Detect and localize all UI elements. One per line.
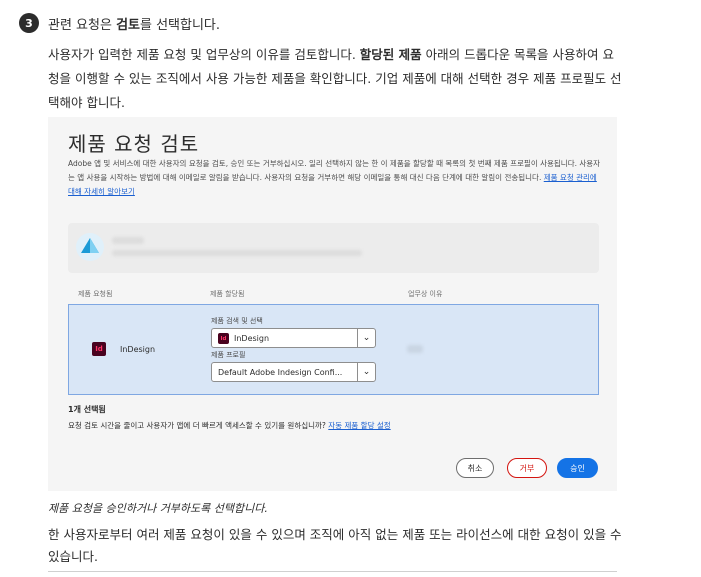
profile-select[interactable]: Default Adobe Indesign Confi... ⌄ — [211, 362, 376, 382]
org-logo-icon — [76, 233, 104, 261]
product-profile-label: 제품 프로필 — [211, 351, 246, 359]
divider — [48, 571, 617, 572]
dialog-title: 제품 요청 검토 — [68, 132, 200, 156]
dialog-description: Adobe 앱 및 서비스에 대한 사용자의 요청을 검토, 승인 또는 거부하… — [68, 157, 604, 199]
column-header-reason: 업무상 이유 — [408, 290, 443, 298]
product-search-label: 제품 검색 및 선택 — [211, 317, 263, 325]
blurred-user-name — [112, 237, 144, 244]
auto-assign-text: 요청 검토 시간을 줄이고 사용자가 앱에 더 빠르게 액세스할 수 있기를 원… — [68, 421, 329, 430]
auto-assign-note: 요청 검토 시간을 줄이고 사용자가 앱에 더 빠르게 액세스할 수 있기를 원… — [68, 420, 391, 431]
outro-paragraph: 한 사용자로부터 여러 제품 요청이 있을 수 있으며 조직에 아직 없는 제품… — [48, 527, 622, 564]
cancel-button[interactable]: 취소 — [456, 458, 494, 478]
indesign-icon: Id — [92, 342, 106, 356]
step-title-prefix: 관련 요청은 — [48, 17, 117, 33]
selected-count: 1개 선택됨 — [68, 405, 106, 414]
auto-assign-link[interactable]: 자동 제품 할당 설정 — [328, 421, 390, 430]
intro-paragraph: 사용자가 입력한 제품 요청 및 업무상의 이유를 검토합니다. 할당된 제품 … — [48, 43, 623, 115]
step-title: 관련 요청은 검토를 선택합니다. — [48, 14, 220, 33]
indesign-icon: Id — [218, 333, 229, 344]
blurred-user-email — [112, 250, 362, 256]
profile-select-value: Default Adobe Indesign Confi... — [218, 368, 343, 377]
chevron-down-icon[interactable]: ⌄ — [357, 363, 375, 381]
step-header: 3 관련 요청은 검토를 선택합니다. — [19, 13, 220, 33]
user-card — [68, 223, 599, 273]
screenshot-review-dialog: 제품 요청 검토 Adobe 앱 및 서비스에 대한 사용자의 요청을 검토, … — [48, 117, 617, 491]
column-header-assigned: 제품 할당됨 — [210, 290, 245, 298]
product-select[interactable]: Id InDesign ⌄ — [211, 328, 376, 348]
intro-bold: 할당된 제품 — [359, 47, 422, 62]
step-title-suffix: 를 선택합니다. — [140, 17, 221, 33]
column-header-requested: 제품 요청됨 — [78, 290, 113, 298]
requested-product-name: InDesign — [120, 345, 156, 354]
request-row[interactable]: Id InDesign 제품 검색 및 선택 Id InDesign ⌄ 제품 … — [68, 304, 599, 395]
reject-button[interactable]: 거부 — [507, 458, 547, 478]
figure-caption: 제품 요청을 승인하거나 거부하도록 선택합니다. — [48, 502, 268, 515]
approve-button[interactable]: 승인 — [557, 458, 598, 478]
dialog-description-text: Adobe 앱 및 서비스에 대한 사용자의 요청을 검토, 승인 또는 거부하… — [68, 159, 601, 182]
chevron-down-icon[interactable]: ⌄ — [357, 329, 375, 347]
product-select-value: InDesign — [234, 334, 270, 343]
step-title-bold: 검토 — [116, 17, 140, 33]
intro-part1: 사용자가 입력한 제품 요청 및 업무상의 이유를 검토합니다. — [48, 47, 360, 62]
blurred-reason — [407, 345, 423, 353]
step-number-badge: 3 — [19, 13, 39, 33]
